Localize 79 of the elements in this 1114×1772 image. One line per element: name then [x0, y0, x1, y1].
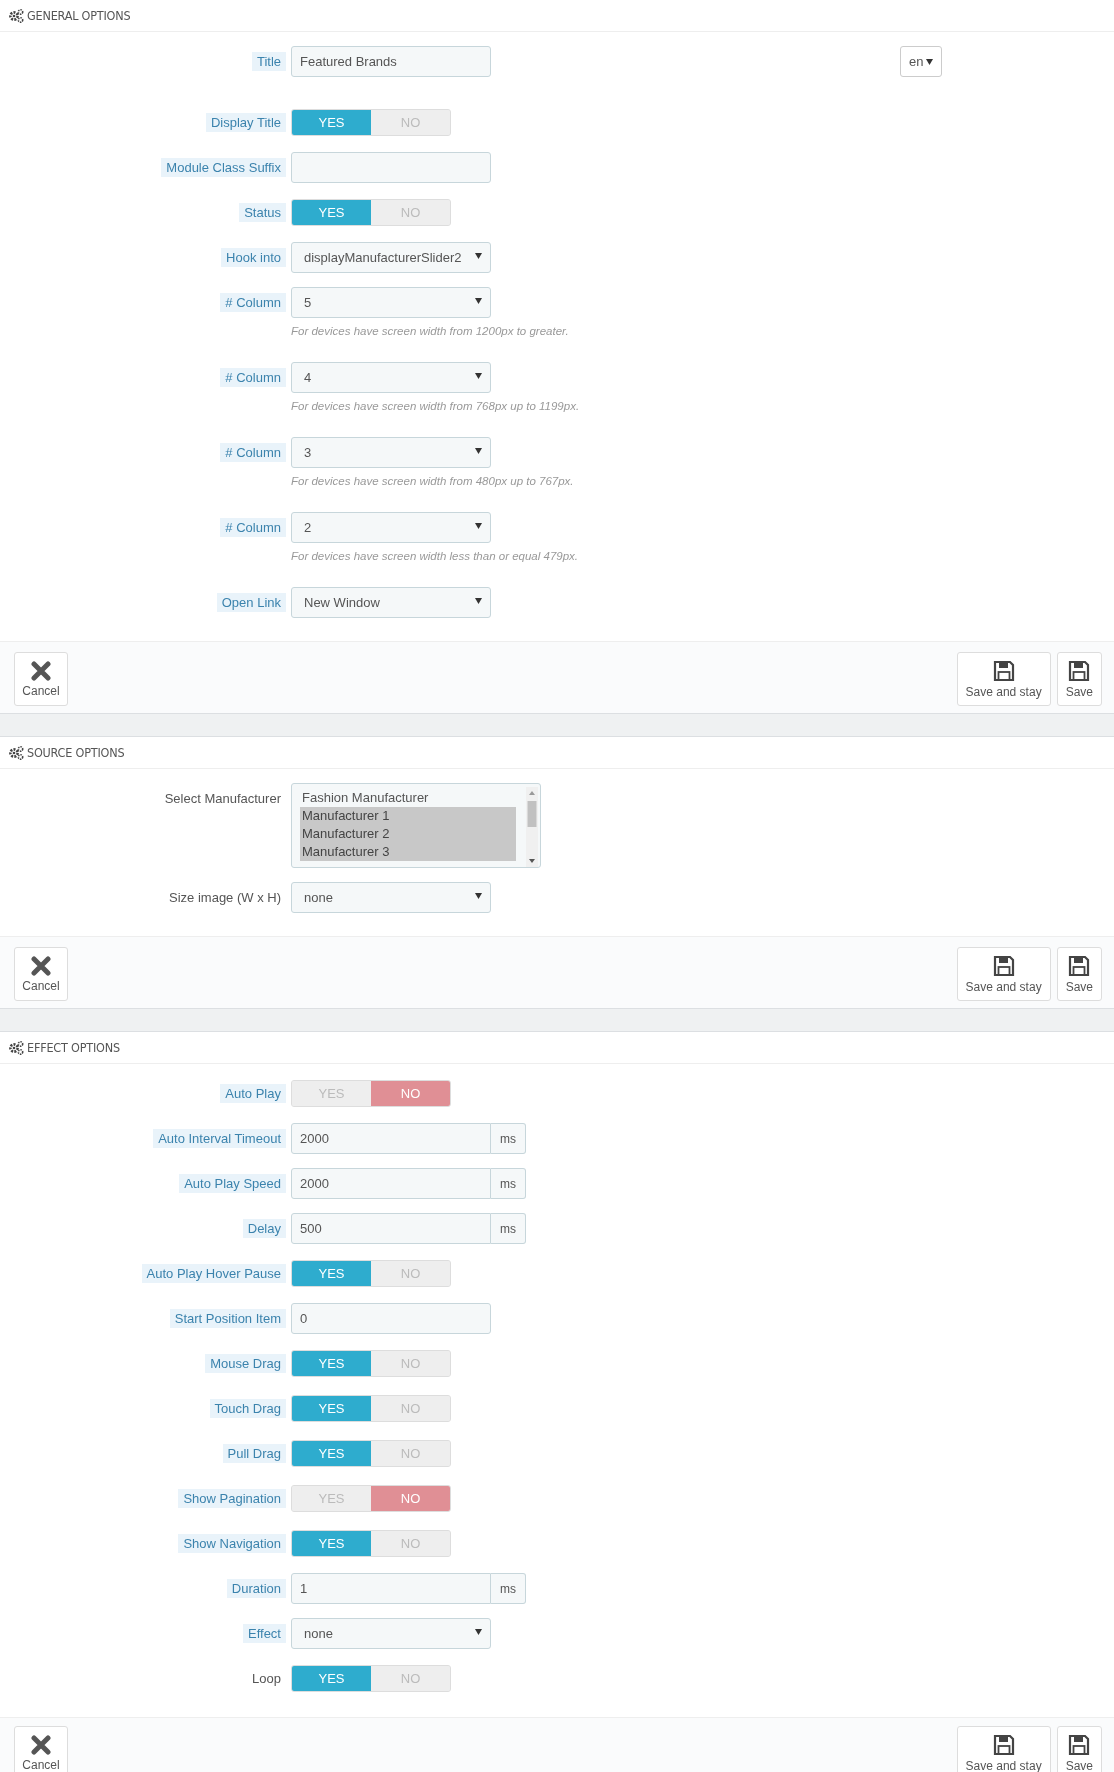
number-field[interactable]: 500	[291, 1213, 491, 1244]
field-label: # Column	[220, 443, 286, 462]
field-label: Mouse Drag	[205, 1354, 286, 1373]
field-label: # Column	[220, 518, 286, 537]
text-field[interactable]: 0	[291, 1303, 491, 1334]
close-icon	[31, 1734, 51, 1755]
section-title: SOURCE OPTIONS	[27, 745, 125, 760]
unit-addon: ms	[491, 1213, 526, 1244]
list-option[interactable]: Manufacturer 1	[300, 807, 516, 825]
help-text: For devices have screen width less than or equal 479px.	[291, 550, 580, 562]
field-label: Effect	[243, 1624, 286, 1643]
dropdown[interactable]: none	[291, 1618, 491, 1649]
field-label: Auto Play	[220, 1084, 286, 1103]
field-label: Show Navigation	[178, 1534, 286, 1553]
field-label: Status	[239, 203, 286, 222]
close-icon	[31, 955, 51, 976]
unit-addon: ms	[491, 1573, 526, 1604]
field-label: Title	[251, 52, 286, 71]
multi-select-list[interactable]: Fashion Manufacturer Manufacturer 1 Manufacturer 2 Manufacturer 3	[291, 783, 541, 868]
text-field[interactable]: Featured Brands	[291, 46, 491, 77]
caret-icon	[475, 372, 482, 379]
unit-addon: ms	[491, 1168, 526, 1199]
field-label: Size image (W x H)	[168, 889, 281, 907]
field-label: Module Class Suffix	[161, 158, 286, 177]
field-label: Loop	[251, 1670, 281, 1688]
dropdown[interactable]: 5	[291, 287, 491, 318]
field-label: # Column	[220, 368, 286, 387]
help-text: For devices have screen width from 1200px to greater.	[291, 325, 570, 337]
save-button[interactable]: Save and stay	[956, 652, 1051, 706]
number-field[interactable]: 1	[291, 1573, 491, 1604]
caret-icon	[475, 447, 482, 454]
caret-icon	[475, 892, 482, 899]
field-label: Auto Interval Timeout	[153, 1129, 286, 1148]
caret-icon	[475, 522, 482, 529]
field-label: Delay	[242, 1219, 286, 1238]
language-dropdown[interactable]: en	[900, 46, 943, 77]
dropdown[interactable]: 2	[291, 512, 491, 543]
help-text: For devices have screen width from 768px up to 1199px.	[291, 400, 581, 412]
caret-icon	[475, 297, 482, 304]
caret-icon	[926, 58, 934, 65]
close-icon	[31, 660, 51, 681]
save-button[interactable]: Save and stay	[956, 947, 1051, 1001]
caret-icon	[475, 252, 482, 259]
field-label: Display Title	[205, 113, 286, 132]
text-field[interactable]	[291, 152, 491, 183]
field-label: Auto Play Speed	[179, 1174, 286, 1193]
dropdown[interactable]: displayManufacturerSlider2	[291, 242, 491, 273]
field-label: Open Link	[216, 593, 286, 612]
save-button[interactable]: Save	[1056, 652, 1102, 706]
dropdown[interactable]: New Window	[291, 587, 491, 618]
field-label: Touch Drag	[209, 1399, 286, 1418]
cancel-button[interactable]: Cancel	[14, 947, 68, 1001]
field-label: Hook into	[221, 248, 286, 267]
field-label: Select Manufacturer	[163, 790, 281, 808]
caret-icon	[475, 1628, 482, 1635]
list-option[interactable]: Fashion Manufacturer	[300, 789, 516, 807]
list-option[interactable]: Manufacturer 2	[300, 825, 516, 843]
cancel-button[interactable]: Cancel	[14, 1726, 68, 1772]
unit-addon: ms	[491, 1123, 526, 1154]
section-title: EFFECT OPTIONS	[27, 1040, 120, 1055]
field-label: Show Pagination	[178, 1489, 286, 1508]
field-label: # Column	[220, 293, 286, 312]
help-text: For devices have screen width from 480px up to 767px.	[291, 475, 575, 487]
cancel-button[interactable]: Cancel	[14, 652, 68, 706]
dropdown[interactable]: 3	[291, 437, 491, 468]
save-button[interactable]: Save and stay	[956, 1726, 1051, 1772]
dropdown[interactable]: 4	[291, 362, 491, 393]
section-title: GENERAL OPTIONS	[27, 8, 131, 23]
field-label: Start Position Item	[169, 1309, 286, 1328]
number-field[interactable]: 2000	[291, 1123, 491, 1154]
save-button[interactable]: Save	[1056, 1726, 1102, 1772]
dropdown[interactable]: none	[291, 882, 491, 913]
caret-icon	[475, 597, 482, 604]
field-label: Duration	[226, 1579, 286, 1598]
list-option[interactable]: Manufacturer 3	[300, 843, 516, 861]
number-field[interactable]: 2000	[291, 1168, 491, 1199]
field-label: Auto Play Hover Pause	[141, 1264, 286, 1283]
field-label: Pull Drag	[222, 1444, 286, 1463]
save-button[interactable]: Save	[1056, 947, 1102, 1001]
